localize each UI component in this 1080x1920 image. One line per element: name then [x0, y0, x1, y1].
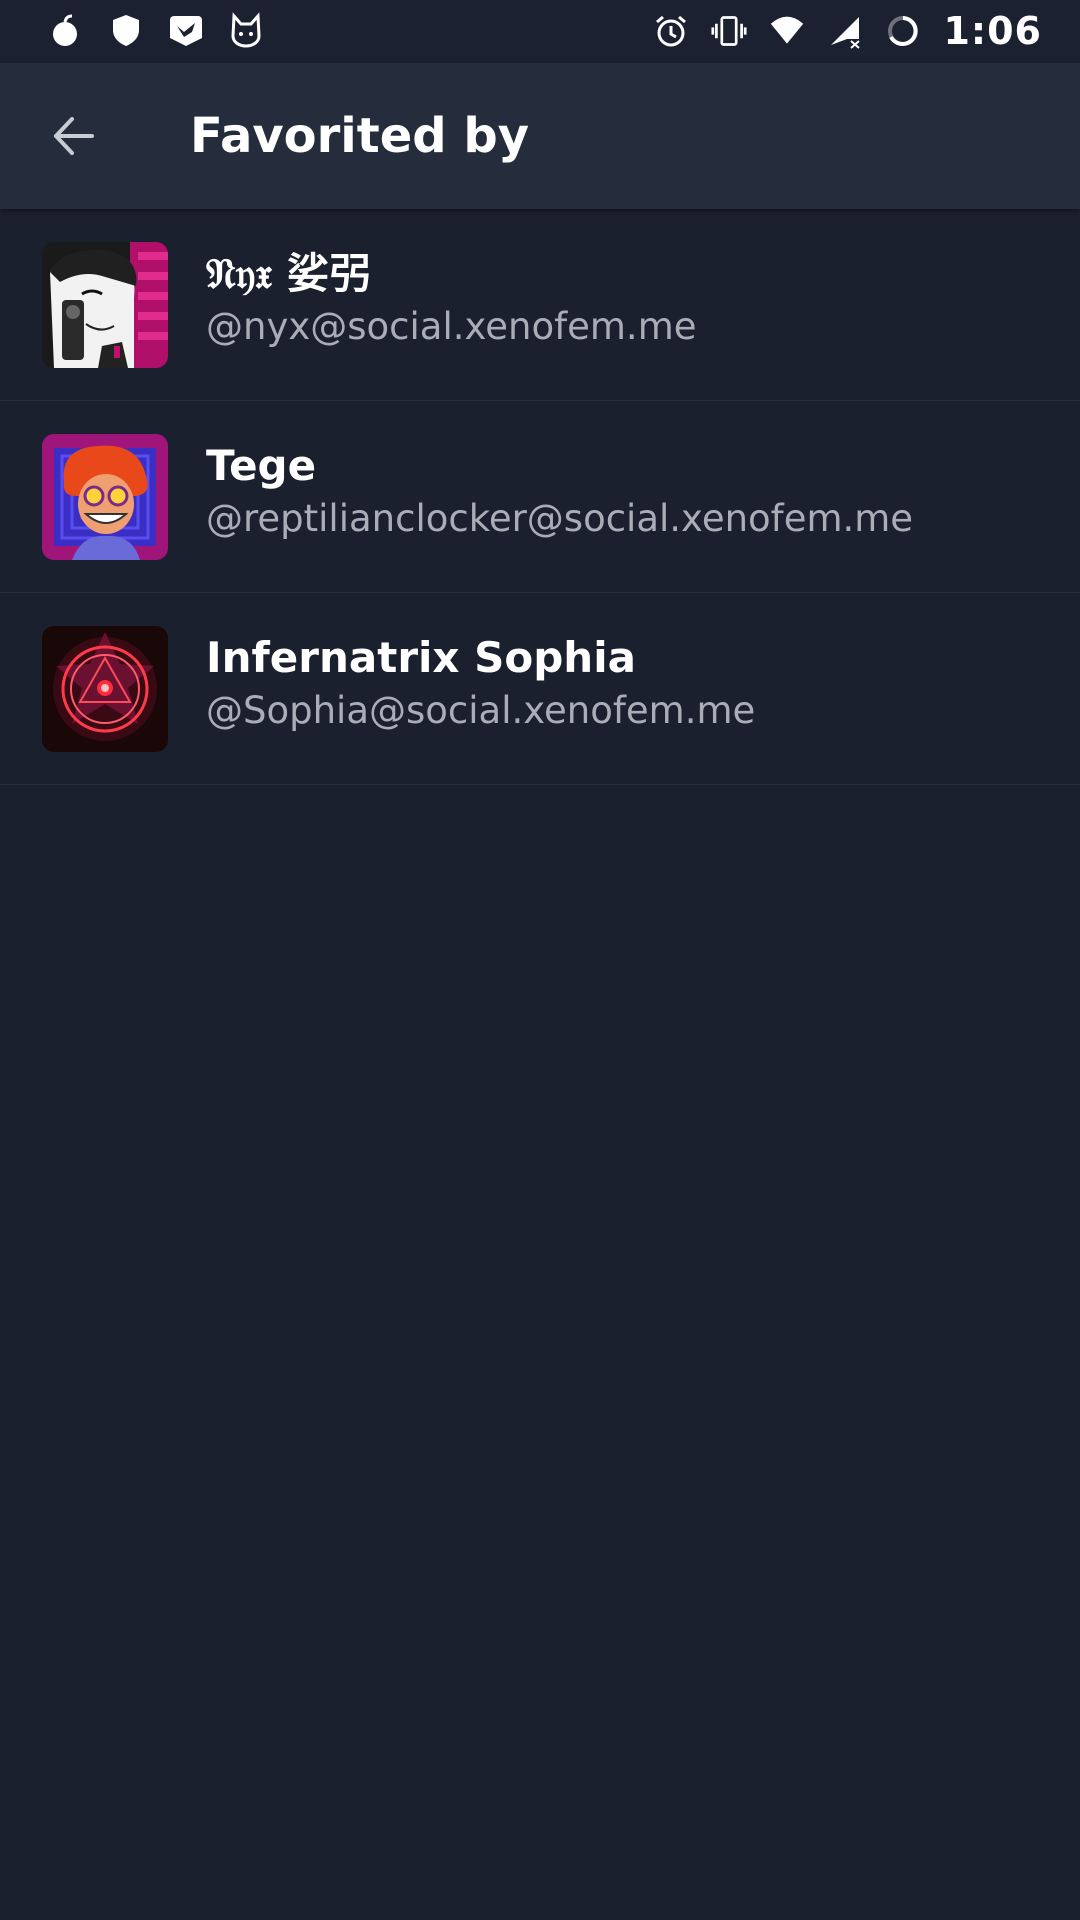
- cat-icon: [231, 12, 261, 48]
- avatar[interactable]: [42, 242, 168, 368]
- arrow-back-icon: [54, 117, 94, 155]
- account-handle: @Sophia@social.xenofem.me: [206, 689, 756, 732]
- status-bar-notifications: [48, 12, 264, 48]
- status-bar: 1:06: [0, 0, 1080, 63]
- avatar-image-sophia: [42, 626, 168, 752]
- account-display-name: Tege: [206, 441, 317, 490]
- avatar[interactable]: [42, 434, 168, 560]
- alarm-icon: [656, 15, 687, 47]
- vibrate-icon: [711, 16, 748, 46]
- account-display-name: 𝔑𝔶𝔵 娑弜: [206, 249, 371, 298]
- avatar-image-nyx: [42, 242, 168, 368]
- account-row-nyx[interactable]: 𝔑𝔶𝔵 娑弜 @nyx@social.xenofem.me: [0, 209, 1080, 401]
- shield-icon: [113, 15, 139, 46]
- status-time: 1:06: [943, 9, 1042, 53]
- page-title: Favorited by: [190, 108, 529, 164]
- back-button[interactable]: [40, 103, 106, 169]
- avatar[interactable]: [42, 626, 168, 752]
- account-row-tege[interactable]: Tege @reptilianclocker@social.xenofem.me: [0, 401, 1080, 593]
- battery-charging-icon: [888, 16, 919, 46]
- favorited-by-list: 𝔑𝔶𝔵 娑弜 @nyx@social.xenofem.me Tege @rept…: [0, 209, 1080, 785]
- account-display-name: Infernatrix Sophia: [206, 633, 636, 682]
- bomb-icon: [53, 14, 77, 46]
- account-handle: @reptilianclocker@social.xenofem.me: [206, 497, 914, 540]
- account-handle: @nyx@social.xenofem.me: [206, 305, 697, 348]
- signal-icon: [831, 17, 861, 49]
- status-bar-system: 1:06: [653, 8, 1042, 54]
- wifi-icon: [771, 16, 804, 44]
- avatar-image-tege: [42, 434, 168, 560]
- account-row-sophia[interactable]: Infernatrix Sophia @Sophia@social.xenofe…: [0, 593, 1080, 785]
- bird-icon: [170, 16, 202, 46]
- app-bar: Favorited by: [0, 63, 1080, 209]
